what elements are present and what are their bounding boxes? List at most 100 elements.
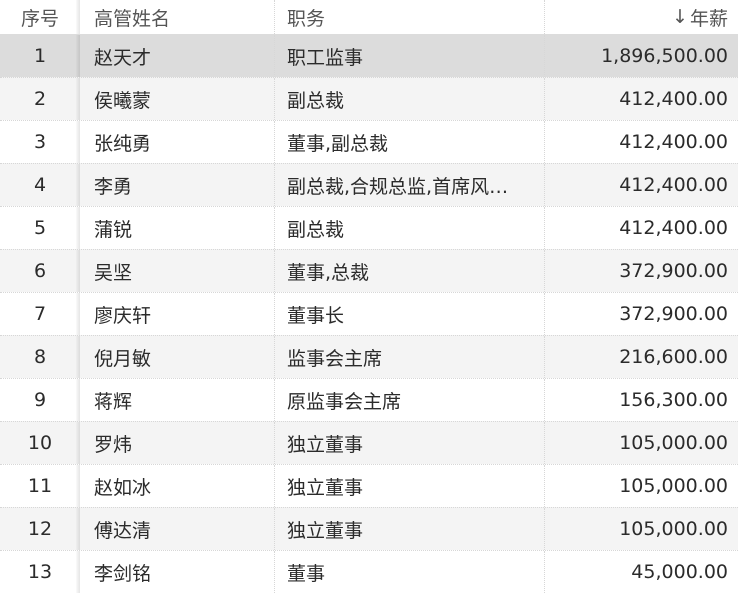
row-index-cell[interactable]: 13 xyxy=(0,551,80,593)
position-cell[interactable]: 副总裁,合规总监,首席风… xyxy=(275,164,545,206)
table-row[interactable]: 8 倪月敏 监事会主席 216,600.00 xyxy=(0,335,738,378)
executive-name-cell[interactable]: 倪月敏 xyxy=(80,336,275,378)
position-cell-text: 独立董事 xyxy=(287,433,364,456)
salary-cell-text: 105,000.00 xyxy=(619,475,728,497)
position-cell[interactable]: 董事 xyxy=(275,551,545,593)
row-index-cell[interactable]: 10 xyxy=(0,422,80,464)
row-index-cell-text: 2 xyxy=(33,88,47,110)
salary-cell[interactable]: 372,900.00 xyxy=(545,293,738,335)
row-index-cell-text: 8 xyxy=(33,346,47,368)
row-index-cell[interactable]: 6 xyxy=(0,250,80,292)
salary-cell-text: 156,300.00 xyxy=(619,389,728,411)
table-row[interactable]: 4 李勇 副总裁,合规总监,首席风… 412,400.00 xyxy=(0,163,738,206)
salary-cell[interactable]: 412,400.00 xyxy=(545,121,738,163)
salary-cell[interactable]: 105,000.00 xyxy=(545,465,738,507)
executive-name-cell-text: 倪月敏 xyxy=(94,347,152,370)
executive-name-cell-text: 傅达清 xyxy=(94,519,152,542)
position-cell-text: 独立董事 xyxy=(287,519,364,542)
executive-name-cell-text: 吴坚 xyxy=(94,261,133,284)
salary-cell[interactable]: 45,000.00 xyxy=(545,551,738,593)
salary-cell[interactable]: 372,900.00 xyxy=(545,250,738,292)
executive-name-cell[interactable]: 赵天才 xyxy=(80,35,275,77)
row-index-cell[interactable]: 1 xyxy=(0,35,80,77)
executive-name-cell[interactable]: 傅达清 xyxy=(80,508,275,550)
table-row[interactable]: 7 廖庆轩 董事长 372,900.00 xyxy=(0,292,738,335)
position-cell-text: 董事,总裁 xyxy=(287,261,370,284)
position-cell[interactable]: 独立董事 xyxy=(275,422,545,464)
salary-cell-text: 216,600.00 xyxy=(619,346,728,368)
executive-name-cell[interactable]: 吴坚 xyxy=(80,250,275,292)
position-cell[interactable]: 副总裁 xyxy=(275,78,545,120)
position-cell[interactable]: 董事,总裁 xyxy=(275,250,545,292)
row-index-cell[interactable]: 9 xyxy=(0,379,80,421)
position-cell[interactable]: 独立董事 xyxy=(275,465,545,507)
row-index-cell[interactable]: 7 xyxy=(0,293,80,335)
salary-cell[interactable]: 1,896,500.00 xyxy=(545,35,738,77)
row-index-cell[interactable]: 3 xyxy=(0,121,80,163)
executive-name-cell-text: 罗炜 xyxy=(94,433,133,456)
executive-name-cell[interactable]: 张纯勇 xyxy=(80,121,275,163)
position-cell[interactable]: 原监事会主席 xyxy=(275,379,545,421)
executive-salary-table: 序号 高管姓名 职务 ↓ 年薪 1 赵天才 职工监事 1,896,500.00 2 侯曦蒙… xyxy=(0,0,738,593)
row-index-cell-text: 7 xyxy=(33,303,47,325)
row-index-cell[interactable]: 5 xyxy=(0,207,80,249)
table-row[interactable]: 11 赵如冰 独立董事 105,000.00 xyxy=(0,464,738,507)
salary-cell[interactable]: 412,400.00 xyxy=(545,164,738,206)
column-header-salary[interactable]: ↓ 年薪 xyxy=(545,0,738,34)
salary-cell[interactable]: 412,400.00 xyxy=(545,78,738,120)
executive-name-cell[interactable]: 李勇 xyxy=(80,164,275,206)
executive-name-cell-text: 李剑铭 xyxy=(94,562,152,585)
executive-name-cell-text: 蒋辉 xyxy=(94,390,133,413)
row-index-cell[interactable]: 4 xyxy=(0,164,80,206)
position-cell[interactable]: 董事长 xyxy=(275,293,545,335)
position-cell[interactable]: 独立董事 xyxy=(275,508,545,550)
salary-cell-text: 412,400.00 xyxy=(619,88,728,110)
salary-cell[interactable]: 105,000.00 xyxy=(545,422,738,464)
position-cell[interactable]: 职工监事 xyxy=(275,35,545,77)
table-row[interactable]: 12 傅达清 独立董事 105,000.00 xyxy=(0,507,738,550)
salary-cell-text: 105,000.00 xyxy=(619,432,728,454)
column-header-name[interactable]: 高管姓名 xyxy=(80,0,275,34)
executive-name-cell-text: 张纯勇 xyxy=(94,132,152,155)
table-row[interactable]: 5 蒲锐 副总裁 412,400.00 xyxy=(0,206,738,249)
position-cell[interactable]: 监事会主席 xyxy=(275,336,545,378)
salary-cell-text: 372,900.00 xyxy=(619,260,728,282)
position-cell-text: 副总裁 xyxy=(287,89,345,112)
executive-name-cell[interactable]: 蒋辉 xyxy=(80,379,275,421)
salary-cell-text: 372,900.00 xyxy=(619,303,728,325)
row-index-cell[interactable]: 2 xyxy=(0,78,80,120)
row-index-cell-text: 13 xyxy=(27,561,53,583)
row-index-cell[interactable]: 11 xyxy=(0,465,80,507)
row-index-cell[interactable]: 12 xyxy=(0,508,80,550)
column-header-position[interactable]: 职务 xyxy=(275,0,545,34)
table-row[interactable]: 6 吴坚 董事,总裁 372,900.00 xyxy=(0,249,738,292)
row-index-cell-text: 11 xyxy=(27,475,53,497)
column-header-index-label: 序号 xyxy=(20,7,59,30)
executive-name-cell[interactable]: 赵如冰 xyxy=(80,465,275,507)
executive-name-cell-text: 赵天才 xyxy=(94,46,152,69)
salary-cell-text: 1,896,500.00 xyxy=(601,45,728,67)
salary-cell[interactable]: 156,300.00 xyxy=(545,379,738,421)
salary-cell[interactable]: 216,600.00 xyxy=(545,336,738,378)
row-index-cell[interactable]: 8 xyxy=(0,336,80,378)
table-row[interactable]: 3 张纯勇 董事,副总裁 412,400.00 xyxy=(0,120,738,163)
table-row[interactable]: 13 李剑铭 董事 45,000.00 xyxy=(0,550,738,593)
table-row[interactable]: 9 蒋辉 原监事会主席 156,300.00 xyxy=(0,378,738,421)
position-cell[interactable]: 副总裁 xyxy=(275,207,545,249)
column-header-index[interactable]: 序号 xyxy=(0,0,80,34)
executive-name-cell[interactable]: 侯曦蒙 xyxy=(80,78,275,120)
table-row[interactable]: 10 罗炜 独立董事 105,000.00 xyxy=(0,421,738,464)
position-cell-text: 副总裁 xyxy=(287,218,345,241)
executive-name-cell[interactable]: 蒲锐 xyxy=(80,207,275,249)
salary-cell-text: 412,400.00 xyxy=(619,174,728,196)
position-cell[interactable]: 董事,副总裁 xyxy=(275,121,545,163)
executive-name-cell[interactable]: 李剑铭 xyxy=(80,551,275,593)
executive-name-cell[interactable]: 罗炜 xyxy=(80,422,275,464)
position-cell-text: 董事,副总裁 xyxy=(287,132,389,155)
table-row[interactable]: 2 侯曦蒙 副总裁 412,400.00 xyxy=(0,77,738,120)
table-row[interactable]: 1 赵天才 职工监事 1,896,500.00 xyxy=(0,34,738,77)
salary-cell[interactable]: 105,000.00 xyxy=(545,508,738,550)
salary-cell[interactable]: 412,400.00 xyxy=(545,207,738,249)
executive-name-cell[interactable]: 廖庆轩 xyxy=(80,293,275,335)
column-header-name-label: 高管姓名 xyxy=(94,7,171,30)
